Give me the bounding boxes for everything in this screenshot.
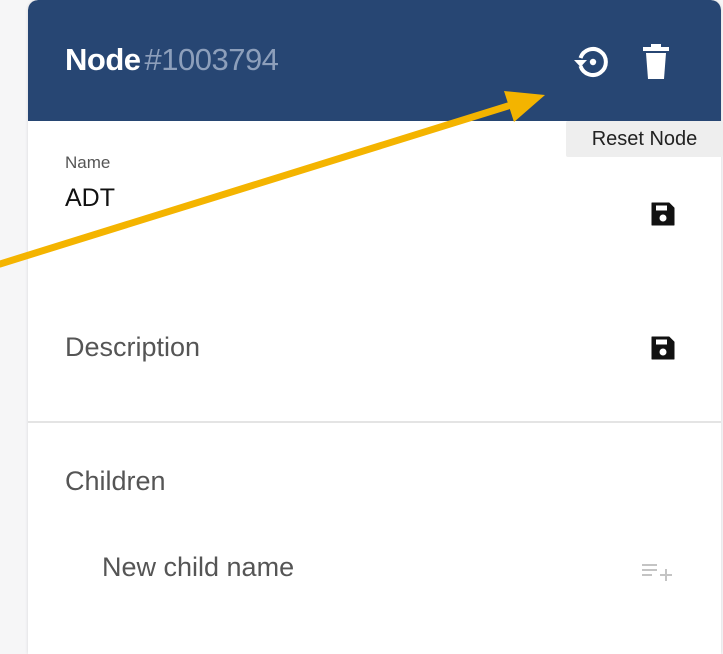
restore-icon bbox=[574, 47, 608, 77]
name-field-label: Name bbox=[65, 153, 111, 172]
name-field-value[interactable]: ADT bbox=[65, 184, 115, 213]
floppy-disk-icon bbox=[651, 336, 675, 360]
children-heading: Children bbox=[65, 466, 166, 496]
save-name-button[interactable] bbox=[650, 201, 676, 227]
reset-node-button[interactable] bbox=[572, 42, 612, 82]
save-description-button[interactable] bbox=[650, 335, 676, 361]
node-title: Node #1003794 bbox=[65, 42, 279, 78]
node-id: #1003794 bbox=[144, 42, 279, 77]
trash-icon bbox=[643, 44, 669, 79]
delete-node-button[interactable] bbox=[640, 43, 672, 81]
add-child-button[interactable] bbox=[641, 558, 675, 586]
section-divider bbox=[28, 421, 721, 423]
floppy-disk-icon bbox=[651, 202, 675, 226]
description-field[interactable]: Description bbox=[65, 332, 200, 363]
new-child-name-input[interactable] bbox=[88, 540, 622, 594]
node-title-label: Node bbox=[65, 42, 141, 77]
reset-node-tooltip: Reset Node bbox=[566, 121, 723, 157]
node-panel: Node #1003794 Name ADT Description Child… bbox=[28, 0, 721, 654]
node-header: Node #1003794 bbox=[28, 0, 721, 121]
playlist-add-icon bbox=[642, 564, 672, 581]
